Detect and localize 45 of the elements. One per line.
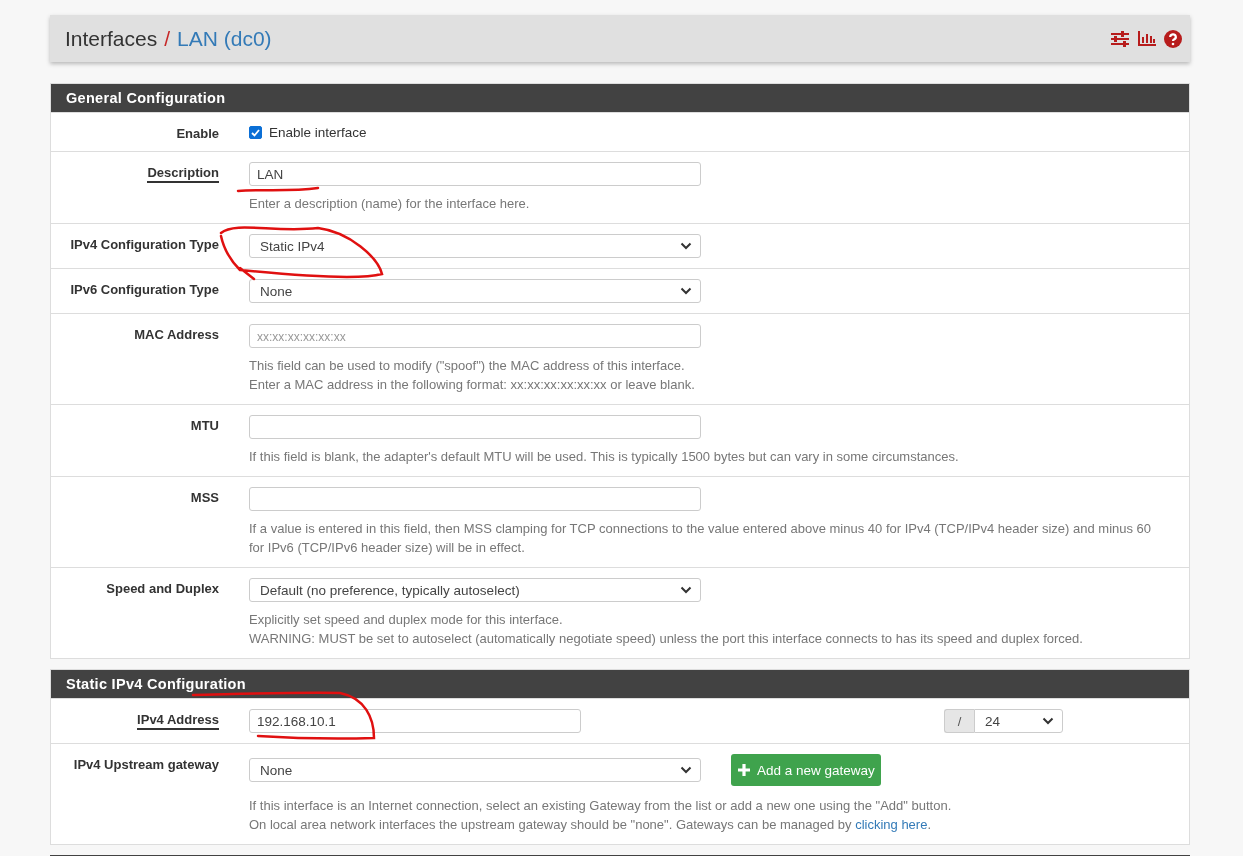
select-dropdown[interactable]: Static IPv4 xyxy=(249,234,701,258)
settings-icon[interactable] xyxy=(1110,30,1130,47)
field-label: IPv4 Upstream gateway xyxy=(73,757,219,772)
breadcrumb-separator: / xyxy=(164,26,171,51)
caret-icon xyxy=(680,766,692,774)
help-text: WARNING: MUST be set to autoselect (automatically negotiate speed) unless the port this interface connects to has its speed and duplex forced. xyxy=(249,630,1083,648)
prefix-separator: / xyxy=(944,709,974,733)
input-field[interactable] xyxy=(249,415,701,439)
field-label: MAC Address xyxy=(134,327,219,342)
help-text: On local area network interfaces the upstream gateway should be "none". Gateways can be managed by clicking here. xyxy=(249,816,932,834)
select-dropdown[interactable]: None xyxy=(249,279,701,303)
field-label: Speed and Duplex xyxy=(106,581,219,596)
help-text: Enter a MAC address in the following format: xx:xx:xx:xx:xx:xx or leave blank. xyxy=(249,376,695,394)
help-text: If this interface is an Internet connection, select an existing Gateway from the list or add a new one using the "Add" button. xyxy=(249,797,952,815)
input-field[interactable]: 192.168.10.1 xyxy=(249,709,581,733)
checkbox[interactable] xyxy=(249,126,262,139)
input-field[interactable]: xx:xx:xx:xx:xx:xx xyxy=(249,324,701,348)
plus-icon xyxy=(737,763,751,777)
caret-icon xyxy=(1042,717,1054,725)
field-label: Enable xyxy=(176,126,219,141)
caret-icon xyxy=(680,586,692,594)
field-label[interactable]: Description xyxy=(147,165,219,183)
field-label: MTU xyxy=(190,418,219,433)
select-dropdown[interactable]: None xyxy=(249,758,701,782)
caret-icon xyxy=(680,287,692,295)
caret-icon xyxy=(680,242,692,250)
help-text: Explicitly set speed and duplex mode for this interface. xyxy=(249,611,563,629)
input-field[interactable]: LAN xyxy=(249,162,701,186)
help-text: This field can be used to modify ("spoof") the MAC address of this interface. xyxy=(249,357,685,375)
field-label: IPv4 Configuration Type xyxy=(70,237,219,252)
field-label: MSS xyxy=(190,490,219,505)
help-text: If a value is entered in this field, then MSS clamping for TCP connections to the value entered above minus 40 for IPv4 (TCP/IPv4 header size) and minus 60 for IPv6 (TCP/IPv6 header size) will be in effect. xyxy=(249,520,1153,557)
help-text: Enter a description (name) for the interface here. xyxy=(249,195,530,213)
bar-chart-icon[interactable] xyxy=(1138,31,1156,46)
help-text: If this field is blank, the adapter's default MTU will be used. This is typically 1500 bytes but can vary in some circumstances. xyxy=(249,448,959,466)
select-dropdown[interactable]: Default (no preference, typically autoselect) xyxy=(249,578,701,602)
field-label[interactable]: IPv4 Address xyxy=(137,712,219,730)
breadcrumb-section[interactable]: Interfaces xyxy=(65,26,158,51)
select-dropdown[interactable]: 24 xyxy=(974,709,1063,733)
section-header: General Configuration xyxy=(51,84,1189,112)
help-icon[interactable] xyxy=(1164,29,1182,48)
checkbox-label: Enable interface xyxy=(269,125,367,140)
field-label: IPv6 Configuration Type xyxy=(70,282,219,297)
input-field[interactable] xyxy=(249,487,701,511)
section-header: Static IPv4 Configuration xyxy=(51,670,1189,698)
